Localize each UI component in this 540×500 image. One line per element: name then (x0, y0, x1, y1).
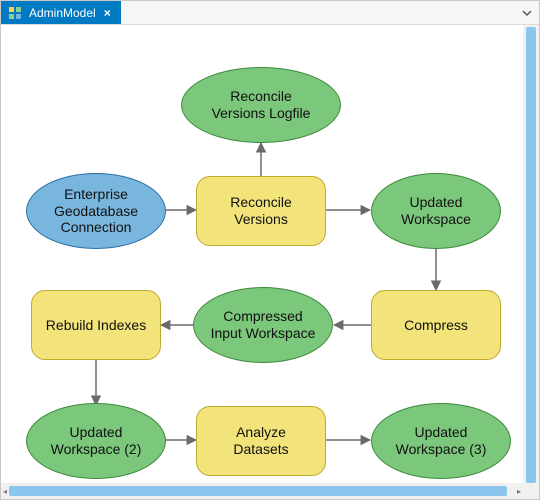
node-rebuild-indexes[interactable]: Rebuild Indexes (31, 290, 161, 360)
node-analyze-datasets[interactable]: AnalyzeDatasets (196, 406, 326, 476)
node-label: ReconcileVersions Logfile (212, 88, 311, 122)
resize-grip (523, 483, 539, 499)
vertical-scrollbar[interactable] (523, 25, 539, 483)
node-updated-workspace[interactable]: UpdatedWorkspace (371, 173, 501, 249)
body-area: ReconcileVersions Logfile EnterpriseGeod… (1, 25, 539, 483)
node-label: UpdatedWorkspace (3) (396, 424, 487, 458)
node-compress[interactable]: Compress (371, 290, 501, 360)
chevron-down-icon (522, 8, 532, 18)
node-compressed-input-ws[interactable]: CompressedInput Workspace (193, 287, 333, 363)
node-label: Rebuild Indexes (46, 317, 146, 334)
scroll-left-icon[interactable]: ◂ (1, 483, 9, 499)
node-label: UpdatedWorkspace (401, 194, 471, 228)
horizontal-scrollbar[interactable]: ◂ ▸ (1, 483, 523, 499)
pane-menu-button[interactable] (515, 1, 539, 24)
tab-title: AdminModel (29, 6, 96, 20)
node-reconcile-versions[interactable]: ReconcileVersions (196, 176, 326, 246)
node-label: UpdatedWorkspace (2) (51, 424, 142, 458)
node-enterprise-gdb-conn[interactable]: EnterpriseGeodatabaseConnection (26, 173, 166, 249)
node-label: ReconcileVersions (230, 194, 291, 228)
node-reconcile-logfile[interactable]: ReconcileVersions Logfile (181, 67, 341, 143)
titlebar: AdminModel × (1, 1, 539, 25)
node-label: EnterpriseGeodatabaseConnection (54, 186, 138, 236)
node-updated-workspace-2[interactable]: UpdatedWorkspace (2) (26, 403, 166, 479)
close-icon[interactable]: × (104, 7, 111, 19)
tab-adminmodel[interactable]: AdminModel × (1, 1, 121, 24)
canvas-wrap: ReconcileVersions Logfile EnterpriseGeod… (1, 25, 523, 483)
node-updated-workspace-3[interactable]: UpdatedWorkspace (3) (371, 403, 511, 479)
model-canvas[interactable]: ReconcileVersions Logfile EnterpriseGeod… (1, 25, 523, 483)
scroll-thumb[interactable] (526, 27, 536, 483)
modelbuilder-window: AdminModel × (0, 0, 540, 500)
node-label: Compress (404, 317, 468, 334)
node-label: CompressedInput Workspace (211, 308, 316, 342)
scroll-thumb[interactable] (9, 486, 507, 496)
scroll-right-icon[interactable]: ▸ (515, 483, 523, 499)
model-icon (9, 7, 21, 19)
node-label: AnalyzeDatasets (233, 424, 288, 458)
